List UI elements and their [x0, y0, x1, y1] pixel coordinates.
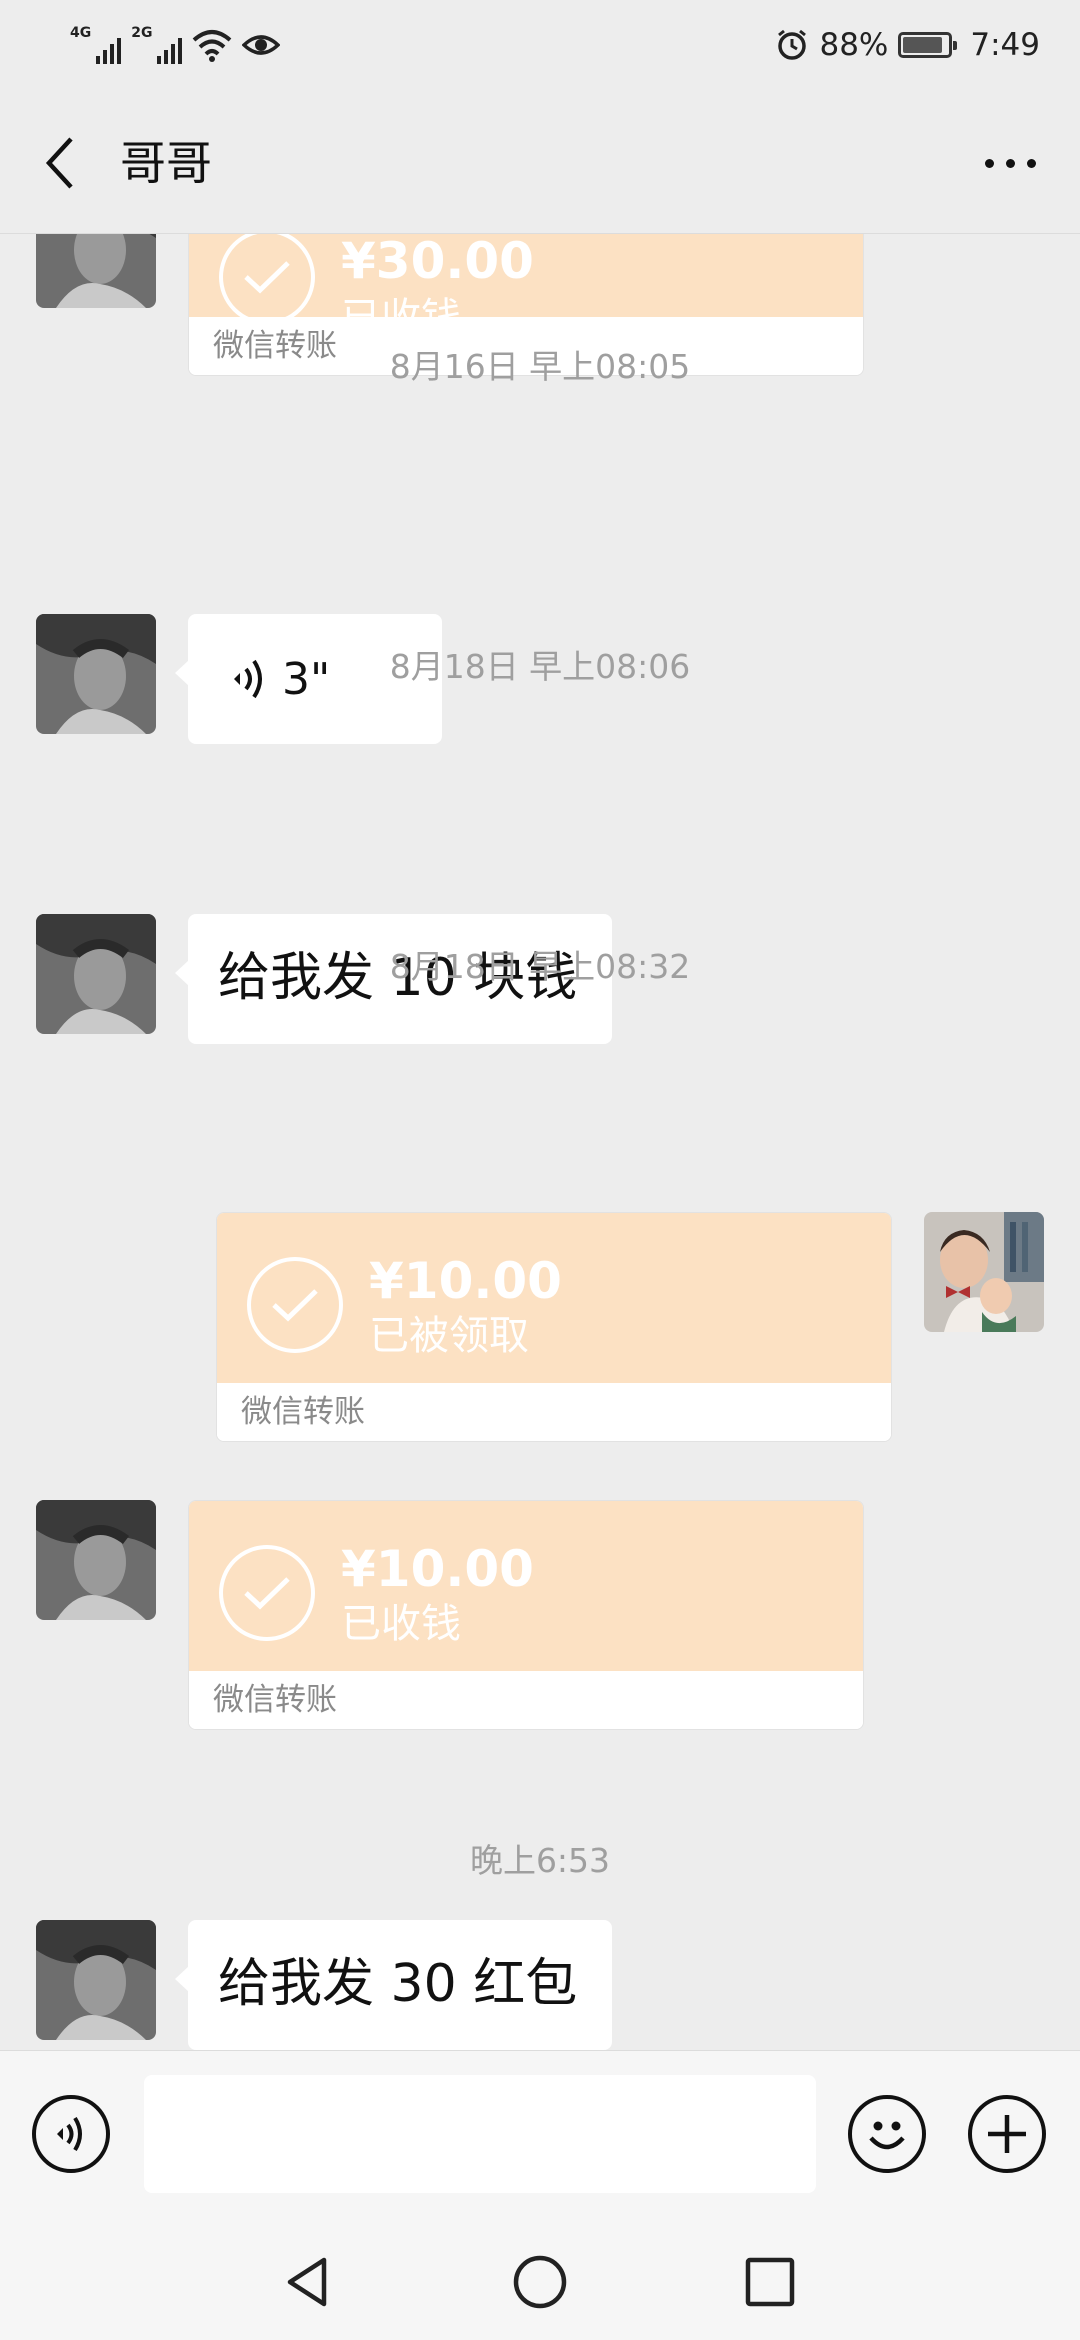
avatar-image: [36, 1920, 156, 2040]
text-message-bubble[interactable]: 给我发 30 红包: [175, 1920, 612, 2050]
transfer-footer: 微信转账: [189, 1671, 863, 1729]
triangle-back-icon: [287, 2257, 327, 2307]
message-input[interactable]: [144, 2075, 816, 2193]
transfer-card-sent[interactable]: ¥10.00 已被领取 微信转账: [216, 1212, 892, 1442]
transfer-status: 已被领取: [369, 1313, 529, 1359]
avatar-image: [36, 234, 156, 308]
message-timestamp: 晚上6:53: [469, 1841, 611, 1880]
network-type-label: 4G: [70, 25, 92, 41]
clock-time: 7:49: [970, 27, 1040, 63]
voice-wave-icon: [57, 2116, 82, 2152]
input-bar: [0, 2050, 1080, 2216]
chevron-left-icon: [45, 137, 73, 189]
transfer-status: 已收钱: [341, 1601, 461, 1647]
transfer-amount: ¥10.00: [341, 1540, 534, 1598]
chat-title: 哥哥: [120, 136, 212, 190]
status-bar: 4G 2G 88% 7:49: [0, 0, 1080, 92]
transfer-card-top: ¥10.00 已收钱: [189, 1501, 863, 1691]
transfer-card-top: ¥30.00 已收钱: [189, 234, 863, 341]
circle-home-icon: [513, 2255, 567, 2309]
transfer-amount: ¥10.00: [369, 1252, 562, 1310]
message-timestamp: 8月16日 早上08:05: [389, 347, 691, 386]
signal-2g-icon: 2G: [131, 25, 183, 64]
back-button[interactable]: [30, 128, 90, 198]
transfer-footer: 微信转账: [217, 1383, 891, 1441]
avatar-image: [924, 1212, 1044, 1332]
check-circle-icon: [247, 1257, 343, 1353]
network-type-label: 2G: [131, 25, 153, 41]
smiley-icon: [869, 2121, 905, 2150]
square-recents-icon: [745, 2257, 795, 2307]
system-navigation-bar: [0, 2216, 1080, 2340]
alarm-icon: [778, 29, 807, 60]
self-avatar[interactable]: [924, 1212, 1044, 1332]
check-circle-icon: [219, 1545, 315, 1641]
more-dot-icon: [1026, 158, 1036, 168]
eye-icon: [242, 35, 281, 55]
message-text: 给我发 30 红包: [218, 1954, 578, 2014]
message-timestamp: 8月18日 早上08:32: [389, 947, 691, 986]
status-right: 88% 7:49: [775, 20, 1040, 70]
nav-recents-button[interactable]: [740, 2252, 800, 2312]
transfer-amount: ¥30.00: [341, 234, 534, 290]
battery-fill: [903, 37, 943, 53]
contact-avatar[interactable]: [36, 1920, 156, 2040]
voice-input-button[interactable]: [32, 2095, 110, 2173]
more-options-button[interactable]: [970, 128, 1050, 198]
battery-percent: 88%: [819, 27, 889, 63]
nav-back-button[interactable]: [280, 2252, 340, 2312]
nav-home-button[interactable]: [510, 2252, 570, 2312]
transfer-card-received[interactable]: ¥10.00 已收钱 微信转账: [188, 1500, 864, 1730]
status-left: 4G 2G: [70, 20, 281, 70]
avatar-image: [36, 1500, 156, 1620]
chat-message-list[interactable]: ¥30.00 已收钱 微信转账 8月16日 早上08:05 3" 8月18日 早…: [0, 234, 1080, 2050]
transfer-card-top: ¥10.00 已被领取: [217, 1213, 891, 1403]
more-dot-icon: [984, 158, 994, 168]
more-dot-icon: [1005, 158, 1015, 168]
plus-icon: [988, 2115, 1026, 2153]
check-circle-icon: [219, 234, 315, 325]
signal-4g-icon: 4G: [70, 25, 122, 64]
more-actions-button[interactable]: [968, 2095, 1046, 2173]
contact-avatar[interactable]: [36, 1500, 156, 1620]
contact-avatar[interactable]: [36, 234, 156, 308]
chat-header: 哥哥: [0, 92, 1080, 234]
emoji-button[interactable]: [848, 2095, 926, 2173]
battery-icon: [898, 32, 958, 58]
wifi-icon: [193, 30, 232, 62]
message-timestamp: 8月18日 早上08:06: [389, 647, 691, 686]
